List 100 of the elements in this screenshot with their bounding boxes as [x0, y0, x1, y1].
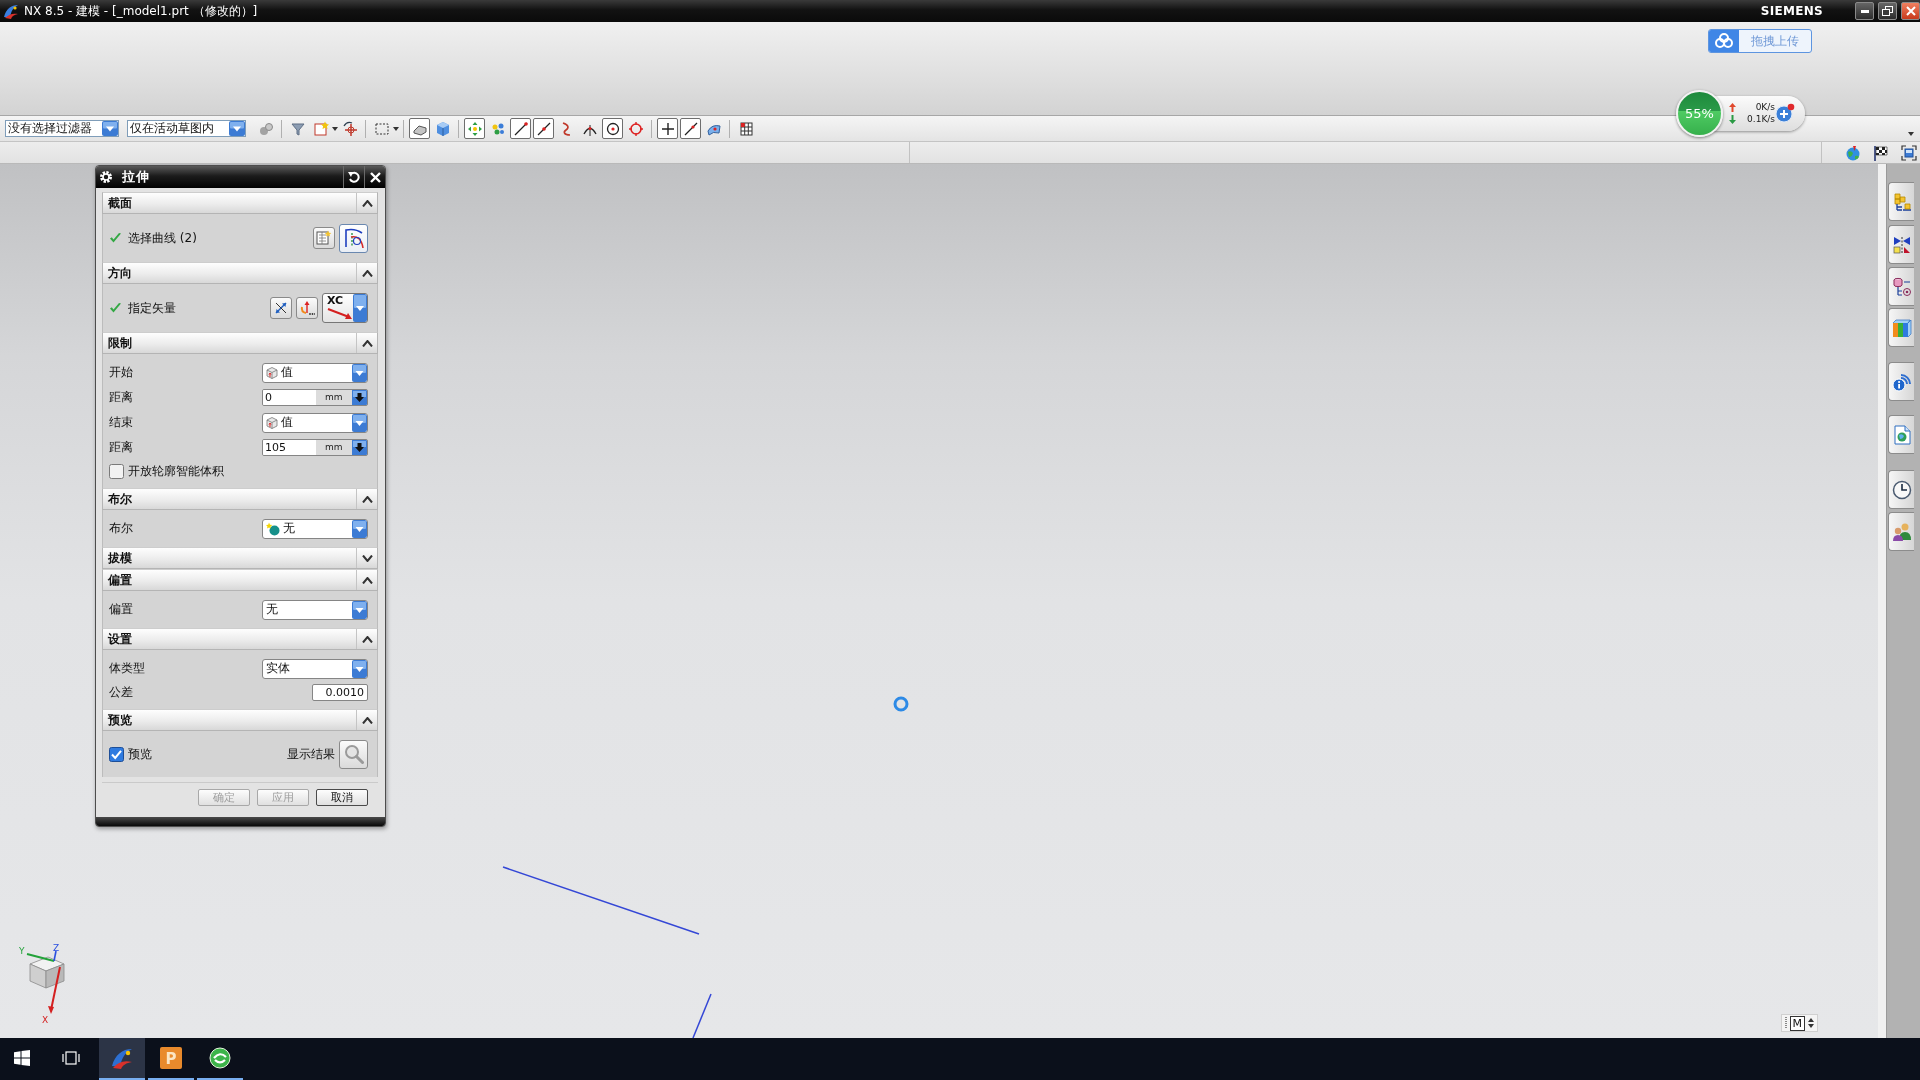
resource-tab[interactable]: [1888, 182, 1914, 221]
value-dropdown[interactable]: 值: [262, 362, 368, 383]
info-signal-icon: [1891, 371, 1912, 392]
plus-cross-icon: [659, 120, 676, 137]
circle-pair-icon[interactable]: [257, 120, 274, 137]
mirror-triangles-icon: [1891, 234, 1912, 255]
field-label: 显示结果: [287, 745, 335, 763]
selection-filter-dropdown[interactable]: 没有选择过滤器: [5, 120, 119, 137]
section-header[interactable]: 布尔: [102, 488, 378, 510]
checkbox[interactable]: [109, 463, 124, 479]
line-endpoint-icon: [512, 120, 529, 137]
tool-button[interactable]: [510, 118, 531, 139]
value-dropdown[interactable]: 值: [262, 412, 368, 433]
dialog-title: 拉伸: [122, 168, 150, 186]
swirl-app-icon: [110, 1046, 134, 1070]
close-icon: [1905, 6, 1916, 16]
resource-tab[interactable]: [1888, 470, 1914, 509]
tool-button[interactable]: [409, 118, 430, 139]
point-on-line-icon: [682, 120, 699, 137]
axis-label: Z: [53, 943, 60, 953]
brand-label: SIEMENS: [1760, 4, 1823, 18]
checkbox-label: 开放轮廓智能体积: [128, 462, 224, 480]
grid-icon[interactable]: [737, 120, 754, 137]
presentation-app-icon: P: [160, 1047, 182, 1069]
axis-label: X: [42, 1015, 49, 1025]
plus-icon[interactable]: [1775, 103, 1795, 123]
settings-icon[interactable]: [99, 170, 113, 184]
field-label: 开始: [109, 364, 133, 381]
field-label: 选择曲线 (2): [127, 229, 197, 247]
line-midpoint-icon: [535, 120, 552, 137]
download-arrow-icon: [1729, 114, 1736, 124]
value-dropdown[interactable]: 实体: [262, 658, 368, 679]
curve-section-icon: [342, 227, 365, 249]
sphere-spark-icon: [266, 521, 280, 536]
people-icon: [1891, 521, 1912, 542]
fit-view-icon[interactable]: [1901, 144, 1917, 161]
cube-icon: [266, 366, 278, 379]
vector-dropdown[interactable]: XC: [322, 293, 368, 323]
crosshair-icon[interactable]: [341, 120, 358, 137]
resource-tab[interactable]: [1888, 267, 1914, 306]
checkbox-label: 预览: [128, 745, 152, 763]
arrow-icon: [327, 307, 353, 320]
resource-tab[interactable]: [1888, 512, 1914, 551]
upload-arrow-icon: [1729, 102, 1736, 112]
resource-tab[interactable]: [1888, 308, 1914, 347]
curve-rule-button[interactable]: [313, 227, 335, 249]
dialog-button[interactable]: 取消: [316, 789, 368, 806]
funnel-icon[interactable]: [289, 120, 306, 137]
section-header[interactable]: 偏置: [102, 569, 378, 591]
section-header[interactable]: 预览: [102, 709, 378, 731]
tool-button[interactable]: [533, 118, 554, 139]
vector-dialog-button[interactable]: [296, 297, 318, 319]
resource-tab[interactable]: [1888, 225, 1914, 264]
show-result-button[interactable]: [339, 739, 368, 769]
spinner-arrows-icon[interactable]: [1808, 1018, 1814, 1028]
restore-icon: [1882, 6, 1893, 16]
cube-icon[interactable]: [434, 120, 451, 137]
resource-tab[interactable]: [1888, 415, 1914, 454]
selection-scope-dropdown[interactable]: 仅在活动草图内: [127, 120, 246, 137]
caret-icon: [1908, 131, 1914, 136]
tool-button[interactable]: [680, 118, 701, 139]
distance-field[interactable]: 105 mm: [262, 439, 368, 456]
globe-pin-icon[interactable]: [1845, 144, 1861, 161]
reset-icon[interactable]: [348, 171, 360, 183]
circle-quadrant-icon[interactable]: [627, 120, 644, 137]
minimize-button[interactable]: [1855, 2, 1874, 20]
section-header[interactable]: 方向: [102, 262, 378, 284]
section-header[interactable]: 拔模: [102, 547, 378, 569]
resource-tab[interactable]: [1888, 362, 1914, 401]
field-label: 体类型: [109, 660, 145, 677]
mode-label[interactable]: M: [1789, 1015, 1805, 1031]
close-icon[interactable]: [369, 171, 381, 183]
minimize-icon: [1860, 9, 1869, 13]
cube-icon: [266, 416, 278, 429]
diagonal-arrows-icon: [273, 300, 289, 316]
section-header[interactable]: 限制: [102, 332, 378, 354]
field-label: 公差: [109, 683, 133, 701]
tolerance-field[interactable]: 0.0010: [312, 683, 368, 701]
field-label: 偏置: [109, 601, 133, 618]
clock-icon: [1891, 479, 1912, 500]
section-header[interactable]: 截面: [102, 192, 378, 214]
dashed-rectangle-icon[interactable]: [373, 120, 390, 137]
books-icon: [1891, 317, 1912, 338]
checkbox[interactable]: [109, 746, 124, 762]
section-select-button[interactable]: [339, 223, 368, 253]
tool-button[interactable]: [602, 118, 623, 139]
distance-field[interactable]: 0 mm: [262, 389, 368, 406]
checkered-flag-icon[interactable]: [1873, 144, 1889, 161]
stacked-blocks-icon: [1891, 191, 1912, 212]
tool-button[interactable]: [657, 118, 678, 139]
circle-app-icon: [209, 1047, 231, 1069]
value-dropdown[interactable]: 无: [262, 599, 368, 620]
close-button[interactable]: [1901, 2, 1920, 20]
restore-button[interactable]: [1878, 2, 1897, 20]
cylinder-tree-icon: [1891, 276, 1912, 297]
download-speed: 0.1K/s: [1746, 114, 1775, 124]
value-dropdown[interactable]: 无: [262, 518, 368, 539]
reverse-direction-button[interactable]: [270, 297, 292, 319]
triple-ring-icon: [1709, 30, 1739, 52]
section-header[interactable]: 设置: [102, 628, 378, 650]
